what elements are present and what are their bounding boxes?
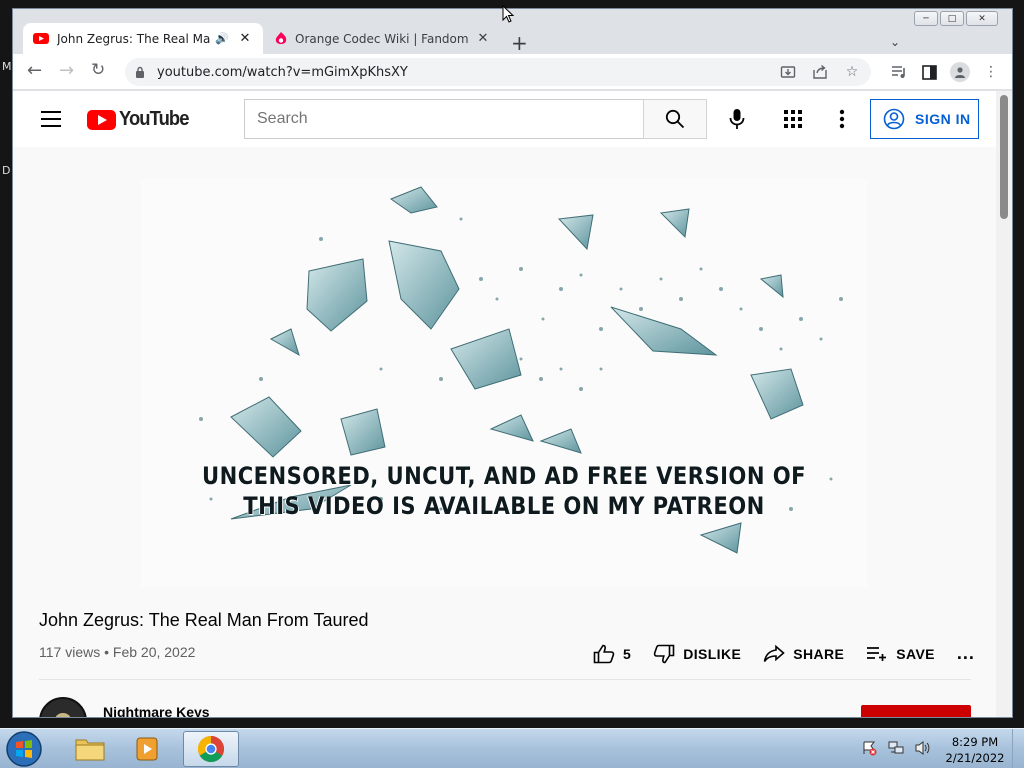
youtube-masthead: YouTube Search SIGN IN bbox=[13, 91, 998, 147]
windows-logo-icon bbox=[6, 731, 42, 767]
settings-more-icon[interactable] bbox=[839, 108, 845, 130]
tab-search-chevron-icon[interactable]: ⌄ bbox=[890, 35, 900, 49]
clock-date: 2/21/2022 bbox=[945, 751, 1005, 765]
chrome-icon bbox=[197, 735, 225, 763]
browser-window: ─ □ ✕ John Zegrus: The Real Man From Tau… bbox=[12, 8, 1013, 718]
search-icon bbox=[665, 109, 685, 129]
share-page-icon[interactable] bbox=[811, 63, 829, 81]
sign-in-label: SIGN IN bbox=[915, 111, 971, 127]
video-overlay-text: UNCENSORED, UNCUT, AND AD FREE VERSION O… bbox=[185, 461, 824, 521]
video-actions: 5 DISLIKE SHARE SAVE ... bbox=[593, 643, 997, 664]
dislike-label: DISLIKE bbox=[683, 645, 742, 662]
share-button[interactable]: SHARE bbox=[763, 644, 845, 663]
channel-name[interactable]: Nightmare Keys bbox=[103, 704, 210, 717]
apps-grid-icon[interactable] bbox=[783, 109, 803, 129]
channel-avatar[interactable] bbox=[39, 697, 87, 717]
new-tab-button[interactable]: + bbox=[511, 31, 528, 55]
forward-button[interactable]: → bbox=[59, 60, 74, 81]
tab-title: John Zegrus: The Real Man From Taured bbox=[57, 31, 211, 46]
tab-youtube[interactable]: John Zegrus: The Real Man From Taured 🔊 … bbox=[23, 23, 263, 54]
start-button[interactable] bbox=[4, 730, 44, 768]
microphone-icon bbox=[729, 109, 745, 129]
overlay-line: THIS VIDEO IS AVAILABLE ON MY PATREON bbox=[243, 492, 765, 520]
save-button[interactable]: SAVE bbox=[866, 646, 935, 662]
thumbs-down-icon bbox=[653, 644, 675, 663]
search-input[interactable]: Search bbox=[244, 99, 644, 139]
youtube-favicon-icon bbox=[33, 33, 49, 44]
show-desktop-button[interactable] bbox=[1012, 729, 1024, 768]
voice-search-button[interactable] bbox=[723, 105, 751, 133]
page-scrollbar[interactable] bbox=[996, 91, 1012, 717]
video-player[interactable]: UNCENSORED, UNCUT, AND AD FREE VERSION O… bbox=[141, 179, 867, 587]
clock-time: 8:29 PM bbox=[951, 735, 999, 749]
more-actions-dots-icon: ... bbox=[956, 643, 975, 663]
share-arrow-icon bbox=[763, 644, 785, 662]
sign-in-button[interactable]: SIGN IN bbox=[870, 99, 979, 139]
close-tab-icon[interactable]: ✕ bbox=[237, 31, 253, 46]
system-tray bbox=[862, 740, 932, 756]
taskbar-chrome[interactable] bbox=[183, 731, 239, 767]
lock-icon bbox=[136, 66, 144, 78]
folder-icon bbox=[75, 739, 105, 761]
side-panel-icon[interactable] bbox=[920, 63, 938, 81]
shattered-glass-thumbnail bbox=[199, 186, 843, 554]
fandom-favicon-icon bbox=[275, 31, 287, 44]
youtube-wordmark: YouTube bbox=[119, 108, 189, 130]
network-icon[interactable] bbox=[888, 740, 904, 756]
add-to-playlist-icon bbox=[867, 646, 887, 661]
taskbar-explorer[interactable] bbox=[62, 731, 118, 767]
browser-toolbar: ← → ↻ youtube.com/watch?v=mGimXpKhsXY ☆ bbox=[13, 54, 1012, 90]
reload-button[interactable]: ↻ bbox=[91, 60, 105, 80]
action-center-icon[interactable] bbox=[862, 740, 878, 756]
taskbar-media-player[interactable] bbox=[120, 731, 176, 767]
video-stats: 117 views • Feb 20, 2022 bbox=[39, 644, 196, 660]
save-label: SAVE bbox=[896, 645, 935, 662]
tab-fandom[interactable]: Orange Codec Wiki | Fandom ✕ bbox=[265, 23, 501, 54]
url-text: youtube.com/watch?v=mGimXpKhsXY bbox=[157, 64, 408, 80]
divider bbox=[39, 679, 971, 680]
like-count: 5 bbox=[623, 645, 632, 662]
speaker-icon[interactable]: 🔊 bbox=[215, 32, 229, 45]
mouse-cursor-icon bbox=[502, 5, 514, 23]
volume-icon[interactable] bbox=[914, 740, 932, 756]
overlay-line: UNCENSORED, UNCUT, AND AD FREE VERSION O… bbox=[202, 462, 806, 490]
more-actions-button[interactable]: ... bbox=[957, 643, 975, 664]
dislike-button[interactable]: DISLIKE bbox=[653, 644, 741, 664]
media-player-icon bbox=[136, 737, 158, 761]
desktop-icon-label: D bbox=[2, 164, 11, 177]
share-label: SHARE bbox=[793, 645, 845, 662]
close-tab-icon[interactable]: ✕ bbox=[475, 31, 491, 46]
install-app-icon[interactable] bbox=[779, 63, 797, 81]
search-button[interactable] bbox=[643, 99, 707, 139]
scrollbar-thumb[interactable] bbox=[1000, 95, 1008, 219]
profile-avatar-icon[interactable] bbox=[950, 62, 970, 82]
address-bar[interactable]: youtube.com/watch?v=mGimXpKhsXY ☆ bbox=[125, 58, 871, 86]
taskbar-clock[interactable]: 8:29 PM 2/21/2022 bbox=[938, 734, 1012, 766]
youtube-logo[interactable]: YouTube bbox=[87, 108, 195, 131]
page-viewport: YouTube Search SIGN IN UNCENSORED, UNCUT… bbox=[13, 91, 998, 717]
thumbs-up-icon bbox=[593, 644, 615, 663]
desktop-icon-label: M bbox=[2, 60, 12, 73]
tab-strip: John Zegrus: The Real Man From Taured 🔊 … bbox=[13, 21, 1012, 55]
subscribe-button[interactable]: SUBSCRIBE bbox=[861, 705, 971, 717]
youtube-play-logo-icon bbox=[87, 109, 116, 130]
windows-taskbar: 8:29 PM 2/21/2022 bbox=[0, 728, 1024, 768]
media-control-icon[interactable] bbox=[890, 63, 908, 81]
browser-menu-icon[interactable]: ⋮ bbox=[982, 63, 1000, 81]
back-button[interactable]: ← bbox=[27, 60, 42, 81]
video-title: John Zegrus: The Real Man From Taured bbox=[39, 610, 369, 630]
account-icon bbox=[883, 108, 905, 130]
tab-title: Orange Codec Wiki | Fandom bbox=[295, 31, 469, 46]
hamburger-menu-icon[interactable] bbox=[41, 111, 61, 127]
bookmark-star-icon[interactable]: ☆ bbox=[843, 63, 861, 81]
search-placeholder: Search bbox=[257, 110, 308, 127]
like-button[interactable]: 5 bbox=[593, 644, 631, 664]
